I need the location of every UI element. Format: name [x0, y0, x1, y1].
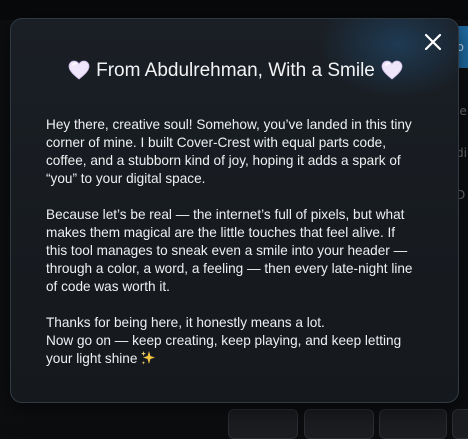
white-heart-icon: [68, 60, 90, 80]
text-line: Now go on — keep creating, keep playing,…: [46, 333, 402, 348]
text-line: through a color, a word, a feeling — the…: [46, 261, 413, 276]
sparkles-icon: [140, 350, 156, 366]
text-line: coffee, and a stubborn kind of joy, hopi…: [46, 153, 401, 168]
text-line: corner of mine. I built Cover-Crest with…: [46, 135, 386, 150]
paragraph-thanks: Thanks for being here, it honestly means…: [46, 314, 426, 368]
close-icon: [424, 33, 442, 51]
background-button[interactable]: [452, 409, 468, 439]
top-bar: [0, 0, 468, 20]
modal-title: From Abdulrehman, With a Smile: [11, 57, 458, 85]
modal-title-text: From Abdulrehman, With a Smile: [96, 60, 375, 81]
text-line-with-sparkle: your light shine: [46, 350, 426, 368]
text-line: Hey there, creative soul! Somehow, you’v…: [46, 117, 412, 132]
white-heart-icon: [381, 60, 403, 80]
about-modal: From Abdulrehman, With a Smile Hey there…: [10, 18, 459, 403]
text-line: of code was worth it.: [46, 279, 170, 294]
background-button[interactable]: [228, 409, 298, 439]
text-line: Because let’s be real — the internet’s f…: [46, 207, 405, 222]
text-line: this tool manages to sneak even a smile …: [46, 243, 408, 258]
text-line: “you” to your digital space.: [46, 171, 206, 186]
close-button[interactable]: [420, 29, 446, 55]
text-line: Thanks for being here, it honestly means…: [46, 315, 325, 330]
background-button[interactable]: [379, 409, 447, 439]
background-button[interactable]: [304, 409, 374, 439]
paragraph-pixels: Because let’s be real — the internet’s f…: [46, 206, 426, 296]
text-line: your light shine: [46, 351, 138, 366]
paragraph-intro: Hey there, creative soul! Somehow, you’v…: [46, 116, 426, 188]
text-line: makes them magical are the little touche…: [46, 225, 396, 240]
modal-body: Hey there, creative soul! Somehow, you’v…: [46, 116, 426, 368]
